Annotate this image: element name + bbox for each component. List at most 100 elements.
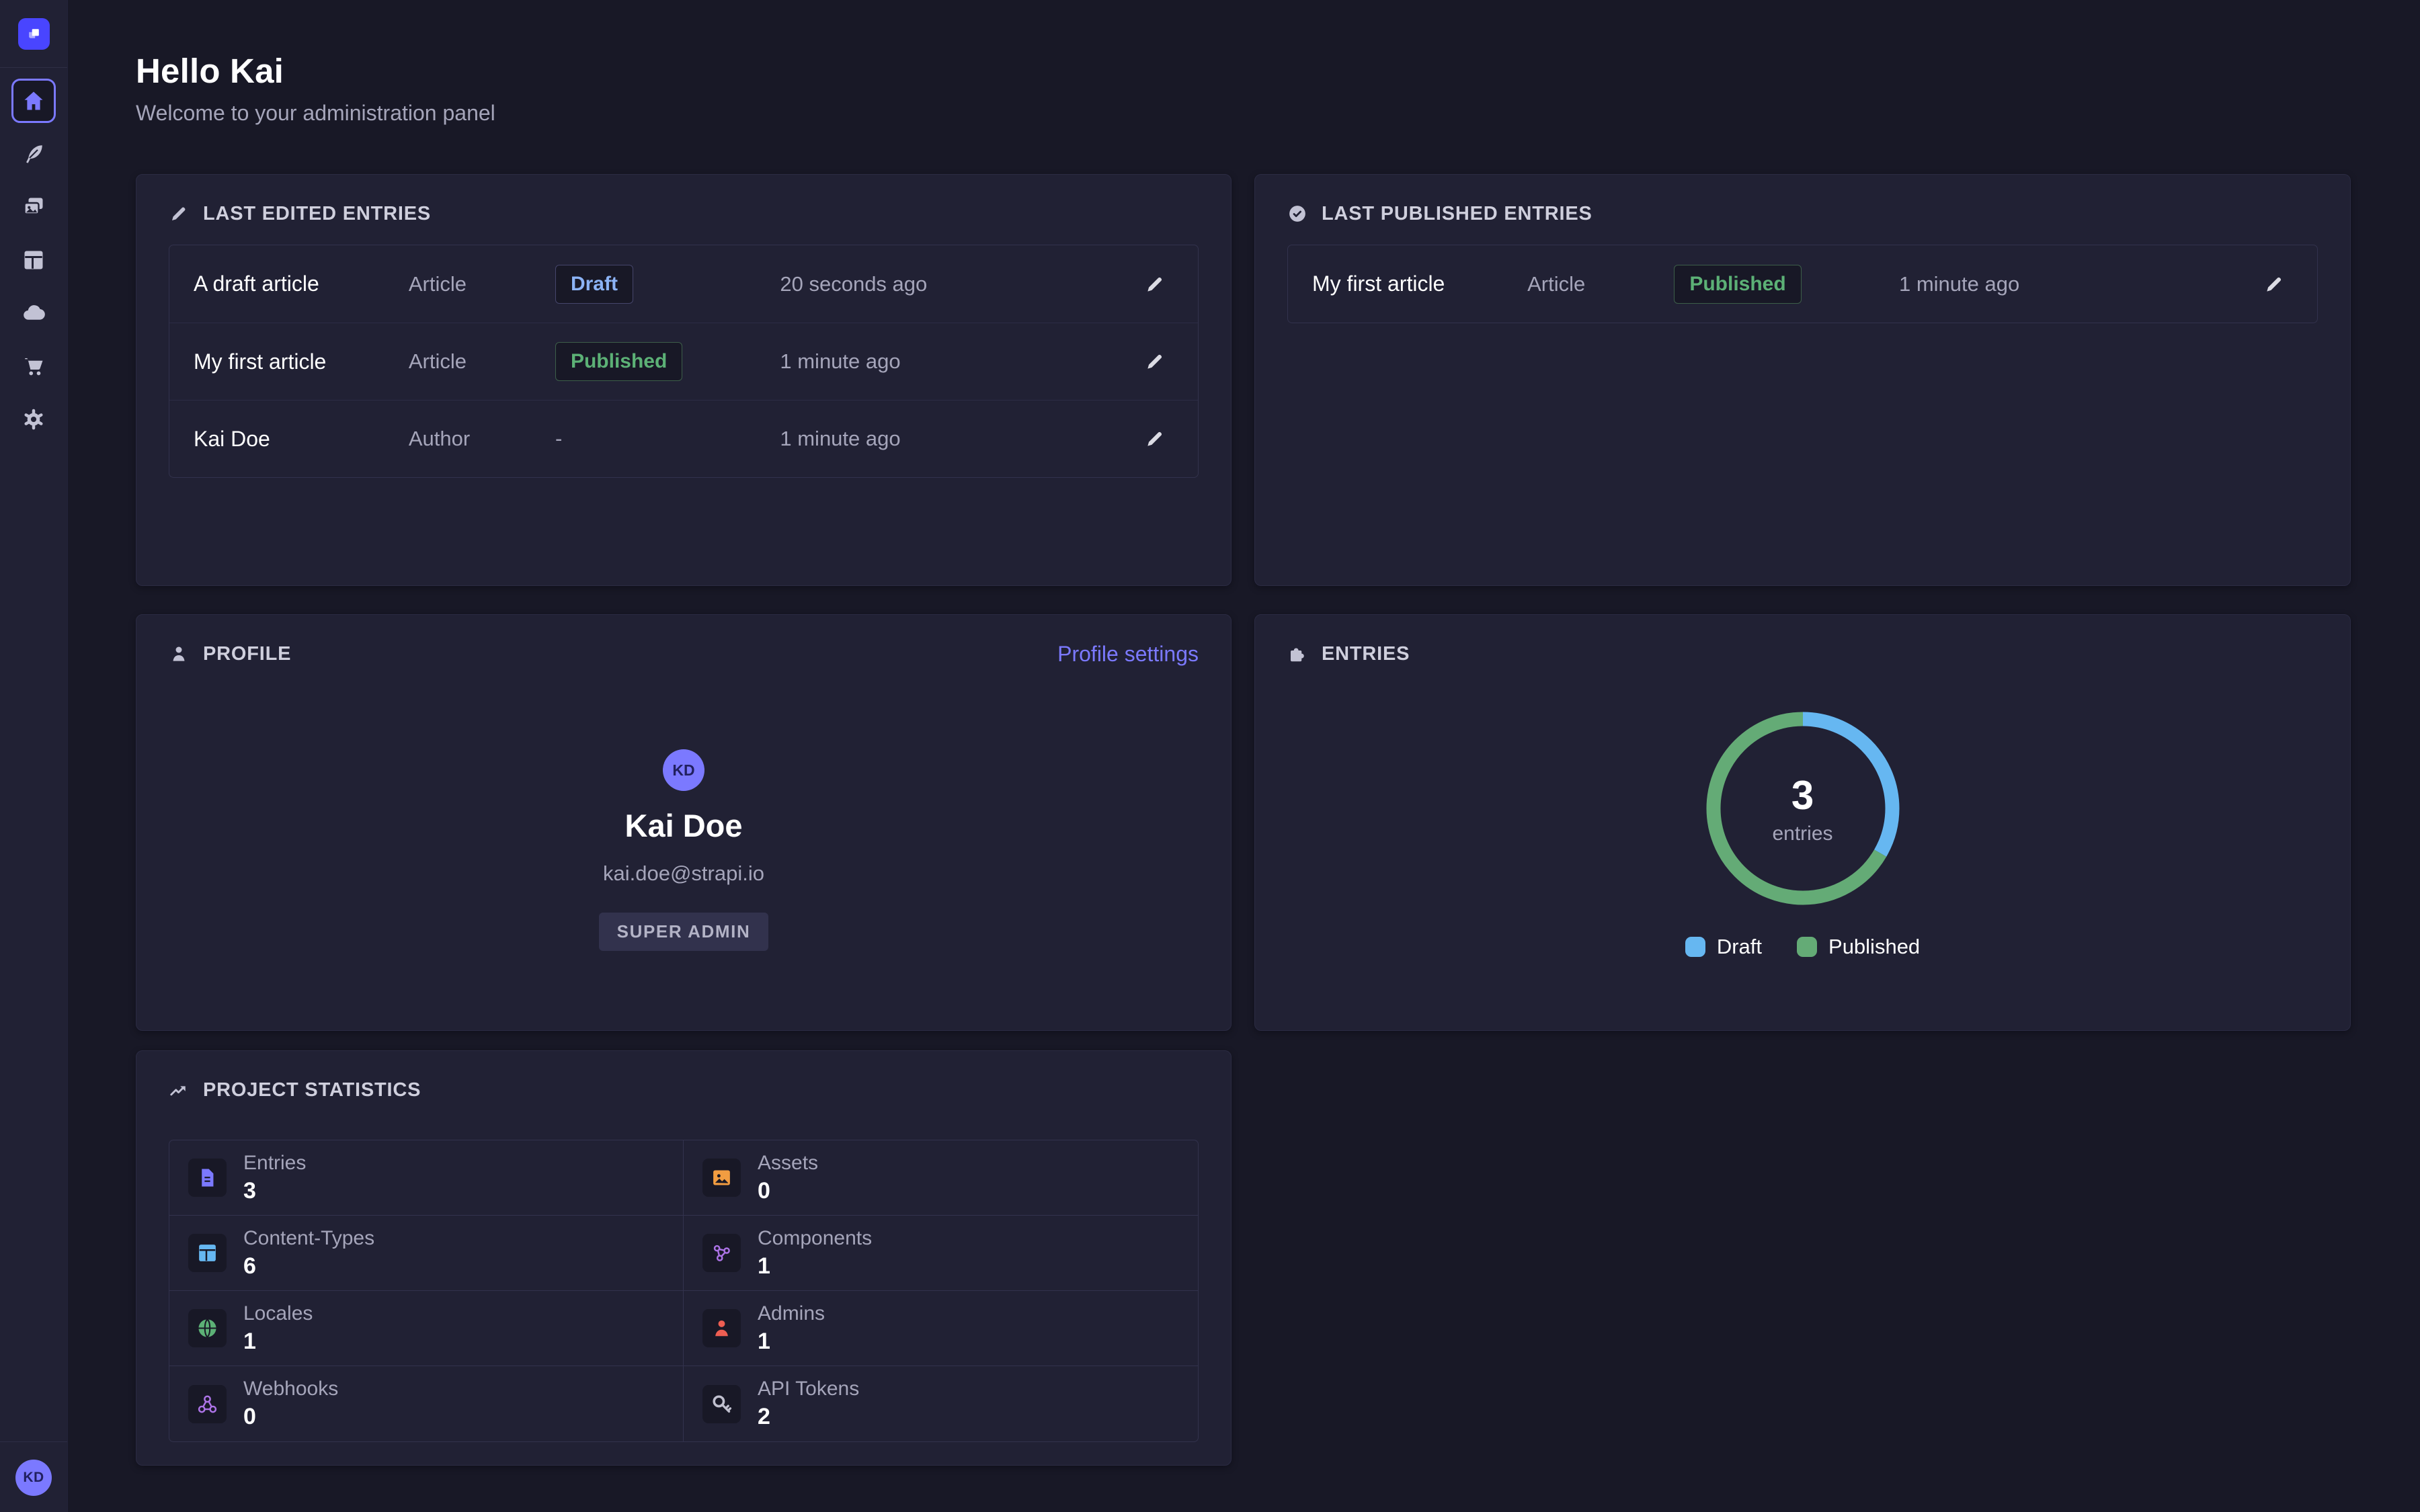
entries-card: ENTRIES 3 entries Draft Published bbox=[1254, 614, 2351, 1031]
picture-icon bbox=[702, 1159, 741, 1197]
entry-updated-time: 20 seconds ago bbox=[780, 272, 1053, 296]
strapi-admin-app: KD Hello Kai Welcome to your administrat… bbox=[0, 0, 2420, 1512]
edit-entry-button[interactable] bbox=[1139, 345, 1171, 378]
home-icon bbox=[22, 89, 46, 113]
sidebar-nav bbox=[0, 68, 67, 442]
table-row: Kai DoeAuthor-1 minute ago bbox=[169, 400, 1198, 477]
stat-label: API Tokens bbox=[758, 1378, 859, 1400]
gear-icon bbox=[22, 407, 46, 431]
main-content: Hello Kai Welcome to your administration… bbox=[68, 0, 2420, 1512]
entry-name: A draft article bbox=[194, 271, 409, 296]
entry-updated-time: 1 minute ago bbox=[780, 427, 1053, 451]
donut-chart: 3 entries bbox=[1702, 708, 1904, 909]
entry-status: Published bbox=[555, 342, 780, 381]
stat-admins: Admins 1 bbox=[684, 1291, 1198, 1366]
stat-components: Components1 bbox=[684, 1216, 1198, 1291]
stat-label: Entries bbox=[243, 1152, 306, 1175]
sidebar-item-content-manager[interactable] bbox=[11, 132, 56, 176]
stat-label: Content-Types bbox=[243, 1227, 374, 1250]
legend-label: Published bbox=[1828, 935, 1920, 959]
chart-legend: Draft Published bbox=[1685, 935, 1920, 959]
card-title: LAST EDITED ENTRIES bbox=[203, 203, 431, 225]
legend-item-draft: Draft bbox=[1685, 935, 1762, 959]
strapi-logo-icon bbox=[25, 25, 43, 43]
feather-icon bbox=[22, 142, 46, 166]
card-title: LAST PUBLISHED ENTRIES bbox=[1322, 203, 1592, 225]
profile-body: KD Kai Doe kai.doe@strapi.io SUPER ADMIN bbox=[169, 666, 1199, 951]
entry-status: - bbox=[555, 427, 780, 451]
profile-card: PROFILE Profile settings KD Kai Doe kai.… bbox=[136, 614, 1232, 1031]
stat-value: 1 bbox=[243, 1329, 313, 1355]
project-statistics-header: PROJECT STATISTICS bbox=[169, 1078, 1199, 1102]
status-badge-published: Published bbox=[1674, 265, 1801, 304]
stat-label: Webhooks bbox=[243, 1378, 338, 1400]
stat-value: 3 bbox=[243, 1178, 306, 1204]
status-badge-published: Published bbox=[555, 342, 682, 381]
check-circle-icon bbox=[1287, 204, 1307, 224]
table-row: A draft articleArticleDraft20 seconds ag… bbox=[169, 245, 1198, 323]
stat-label: Components bbox=[758, 1227, 872, 1250]
entry-updated-time: 1 minute ago bbox=[1899, 272, 2173, 296]
key-icon bbox=[702, 1385, 741, 1423]
cloud-icon bbox=[22, 301, 46, 325]
entries-header: ENTRIES bbox=[1287, 642, 2318, 666]
profile-header: PROFILE Profile settings bbox=[169, 642, 1199, 666]
card-title: PROFILE bbox=[203, 643, 291, 665]
edit-entry-button[interactable] bbox=[2258, 268, 2290, 300]
legend-swatch bbox=[1797, 937, 1817, 957]
last-edited-entries-card: LAST EDITED ENTRIES A draft article Artic… bbox=[136, 174, 1232, 586]
status-badge-draft: Draft bbox=[555, 265, 633, 304]
images-icon bbox=[22, 195, 46, 219]
sidebar-item-media-library[interactable] bbox=[11, 185, 56, 229]
layout-icon bbox=[22, 248, 46, 272]
file-icon bbox=[188, 1159, 227, 1197]
webhook-icon bbox=[188, 1385, 227, 1423]
stat-label: Locales bbox=[243, 1302, 313, 1325]
card-title: PROJECT STATISTICS bbox=[203, 1079, 421, 1101]
stat-label: Admins bbox=[758, 1302, 825, 1325]
stat-locales: Locales 1 bbox=[169, 1291, 684, 1366]
stat-assets: Assets 0 bbox=[684, 1140, 1198, 1216]
entry-status: Draft bbox=[555, 265, 780, 304]
entry-updated-time: 1 minute ago bbox=[780, 349, 1053, 374]
stat-value: 6 bbox=[243, 1253, 374, 1279]
legend-item-published: Published bbox=[1797, 935, 1920, 959]
legend-label: Draft bbox=[1717, 935, 1762, 959]
strapi-logo[interactable] bbox=[18, 18, 50, 50]
sidebar-item-home[interactable] bbox=[11, 79, 56, 123]
project-statistics-grid: Entries3Assets0Content-Types6Components1… bbox=[169, 1140, 1199, 1442]
entry-type: Article bbox=[1527, 272, 1674, 296]
trend-icon bbox=[169, 1080, 189, 1100]
stat-value: 1 bbox=[758, 1329, 825, 1355]
profile-settings-link[interactable]: Profile settings bbox=[1057, 642, 1199, 667]
entry-status: Published bbox=[1674, 265, 1899, 304]
entry-type: Author bbox=[409, 427, 555, 451]
profile-name: Kai Doe bbox=[625, 807, 743, 844]
table-row: My first articleArticlePublished 1 minute… bbox=[169, 323, 1198, 400]
grid-icon bbox=[188, 1234, 227, 1272]
sidebar-item-content-type-builder[interactable] bbox=[11, 238, 56, 282]
stat-label: Assets bbox=[758, 1152, 818, 1175]
entry-name: My first article bbox=[1312, 271, 1527, 296]
edit-entry-button[interactable] bbox=[1139, 268, 1171, 300]
sidebar-item-deploy[interactable] bbox=[11, 291, 56, 335]
logo-area bbox=[0, 0, 67, 67]
stat-value: 0 bbox=[758, 1178, 818, 1204]
last-edited-entries-table: A draft article Article Draft 20 seconds ag… bbox=[169, 245, 1199, 478]
edit-entry-button[interactable] bbox=[1139, 423, 1171, 455]
entry-type: Article bbox=[409, 349, 555, 374]
stat-webhooks: Webhooks0 bbox=[169, 1366, 684, 1441]
sidebar-item-settings[interactable] bbox=[11, 397, 56, 442]
entry-name: My first article bbox=[194, 349, 409, 374]
table-row: My first articleArticlePublished 1 minute… bbox=[1288, 245, 2317, 323]
project-statistics-card: PROJECT STATISTICS Entries 3 Assets 0 Conten… bbox=[136, 1050, 1232, 1466]
person-icon bbox=[169, 644, 189, 664]
profile-email: kai.doe@strapi.io bbox=[603, 862, 764, 886]
user-icon bbox=[702, 1309, 741, 1347]
last-published-entries-header: LAST PUBLISHED ENTRIES bbox=[1287, 202, 2318, 226]
stat-entries: Entries 3 bbox=[169, 1140, 684, 1216]
sidebar-bottom: KD bbox=[0, 1441, 67, 1512]
entries-chart-area: 3 entries Draft Published bbox=[1287, 666, 2318, 959]
user-avatar[interactable]: KD bbox=[15, 1460, 52, 1496]
sidebar-item-marketplace[interactable] bbox=[11, 344, 56, 388]
